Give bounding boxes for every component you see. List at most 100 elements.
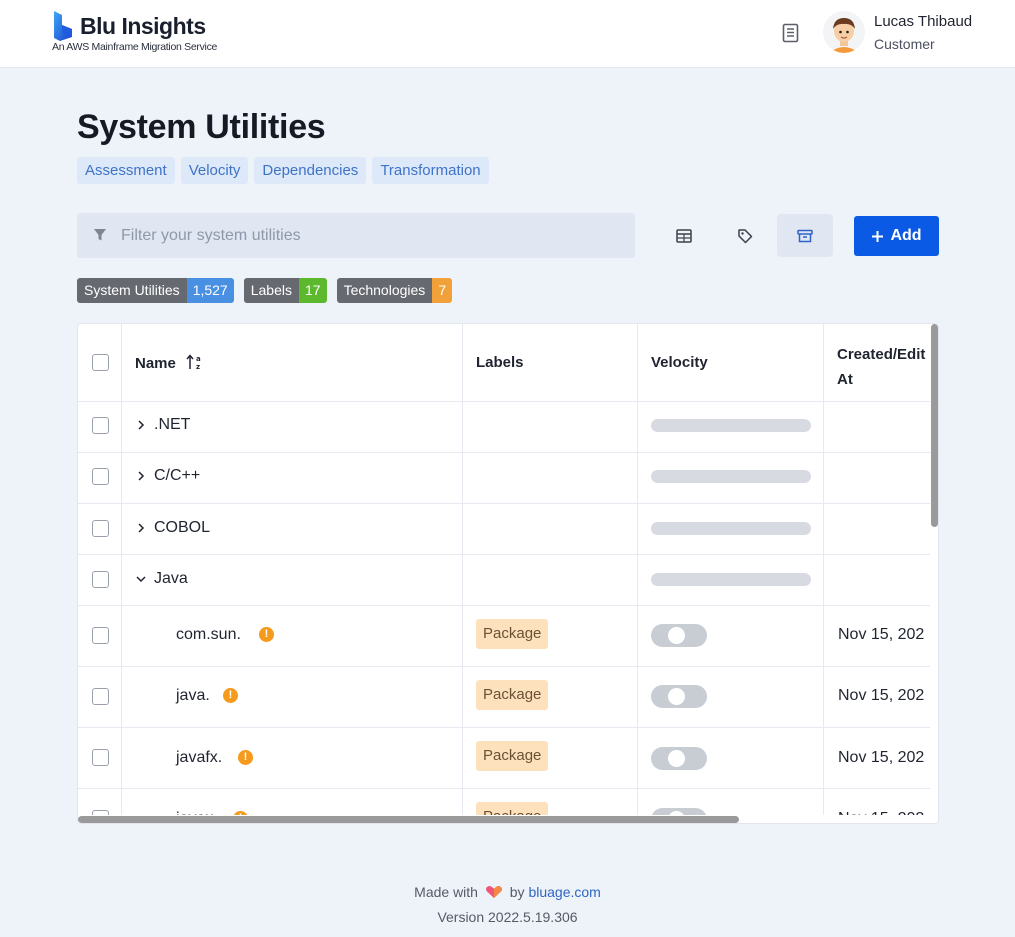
heart-icon: [485, 886, 502, 898]
item-name[interactable]: com.sun.: [176, 626, 241, 644]
label-badge[interactable]: Package: [476, 741, 549, 771]
archive-button[interactable]: [777, 214, 833, 257]
utilities-table: Name a z Labels Velocity Created/Edit At…: [77, 323, 939, 824]
row-divider: [78, 452, 930, 453]
column-header-velocity[interactable]: Velocity: [651, 354, 708, 371]
counter-label: System Utilities: [77, 278, 187, 303]
item-name[interactable]: java.: [176, 687, 210, 705]
horizontal-scroll-thumb[interactable]: [78, 816, 739, 823]
item-name[interactable]: javafx.: [176, 749, 222, 767]
counter-technologies: Technologies 7: [336, 278, 453, 303]
row-divider: [78, 401, 930, 402]
user-name[interactable]: Lucas Thibaud: [874, 13, 972, 30]
chevron-right-icon[interactable]: [136, 523, 146, 533]
logo-subtitle: An AWS Mainframe Migration Service: [52, 41, 218, 53]
row-divider: [78, 554, 930, 555]
avatar-illustration: [829, 18, 859, 53]
velocity-toggle[interactable]: [651, 747, 707, 770]
footer-by: by: [509, 884, 525, 900]
bluage-link[interactable]: bluage.com: [528, 884, 600, 900]
counter-value: 7: [432, 278, 453, 303]
warning-icon: !: [238, 750, 253, 765]
warning-icon: !: [259, 627, 274, 642]
footer-version: Version 2022.5.19.306: [437, 909, 578, 925]
warning-icon: !: [223, 688, 238, 703]
column-divider: [462, 324, 463, 823]
counter-value: 1,527: [186, 278, 234, 303]
row-checkbox[interactable]: [92, 520, 109, 537]
counter-label: Technologies: [336, 278, 433, 303]
row-divider: [78, 666, 930, 667]
blu-insights-logo[interactable]: Blu Insights An AWS Mainframe Migration …: [52, 11, 222, 55]
group-name[interactable]: C/C++: [154, 467, 200, 485]
page-title: System Utilities: [77, 108, 326, 146]
column-divider: [121, 324, 122, 823]
filter-icon: [94, 229, 106, 241]
velocity-toggle[interactable]: [651, 685, 707, 708]
svg-text:z: z: [196, 363, 200, 370]
add-button[interactable]: Add: [854, 216, 939, 256]
label-badge[interactable]: Package: [476, 619, 549, 649]
counters: System Utilities 1,527 Labels 17 Technol…: [77, 278, 453, 303]
row-checkbox[interactable]: [92, 749, 109, 766]
tab-dependencies[interactable]: Dependencies: [254, 157, 367, 184]
created-date: Nov 15, 202: [838, 626, 925, 643]
column-header-name[interactable]: Name a z: [135, 354, 204, 372]
chevron-down-icon[interactable]: [136, 574, 146, 584]
footer-made-with: Made with: [414, 884, 478, 900]
row-checkbox[interactable]: [92, 468, 109, 485]
column-header-created[interactable]: Created/Edit At: [837, 342, 931, 392]
counter-labels: Labels 17: [243, 278, 327, 303]
blu-logo-icon: [54, 11, 72, 41]
labels-button[interactable]: [717, 214, 773, 257]
filter-box: [77, 213, 635, 258]
chevron-right-icon[interactable]: [136, 420, 146, 430]
created-date: Nov 15, 202: [838, 749, 925, 766]
tab-velocity[interactable]: Velocity: [180, 157, 249, 184]
add-label: Add: [890, 227, 922, 244]
velocity-toggle[interactable]: [651, 624, 707, 647]
footer-credits: Made with by bluage.com: [0, 884, 1015, 900]
table-view-button[interactable]: [656, 214, 712, 257]
row-checkbox[interactable]: [92, 417, 109, 434]
svg-text:a: a: [196, 355, 201, 363]
vertical-scrollbar[interactable]: [930, 324, 938, 823]
column-header-labels[interactable]: Labels: [476, 354, 524, 371]
counter-value: 17: [299, 278, 327, 303]
label-badge[interactable]: Package: [476, 680, 549, 710]
plus-icon: [872, 230, 884, 242]
velocity-loading-skeleton: [651, 419, 811, 432]
group-name[interactable]: COBOL: [154, 519, 210, 537]
tag-icon: [738, 228, 753, 243]
group-name[interactable]: .NET: [154, 416, 190, 434]
top-bar: Blu Insights An AWS Mainframe Migration …: [0, 0, 1015, 68]
chevron-right-icon[interactable]: [136, 471, 146, 481]
tab-transformation[interactable]: Transformation: [372, 157, 489, 184]
vertical-scroll-thumb[interactable]: [931, 324, 938, 527]
archive-icon: [797, 229, 813, 242]
group-name[interactable]: Java: [154, 570, 188, 588]
counter-label: Labels: [243, 278, 299, 303]
velocity-loading-skeleton: [651, 522, 811, 535]
horizontal-scrollbar[interactable]: [78, 815, 930, 823]
row-checkbox[interactable]: [92, 688, 109, 705]
velocity-loading-skeleton: [651, 573, 811, 586]
select-all-checkbox[interactable]: [92, 354, 109, 371]
logo-title: Blu Insights: [80, 13, 206, 39]
filter-input[interactable]: [121, 213, 621, 258]
counter-system-utilities: System Utilities 1,527: [77, 278, 234, 303]
sort-ascending-icon[interactable]: a z: [186, 354, 204, 371]
column-header-name-label: Name: [135, 355, 176, 372]
row-divider: [78, 503, 930, 504]
velocity-loading-skeleton: [651, 470, 811, 483]
tab-assessment[interactable]: Assessment: [77, 157, 175, 184]
row-checkbox[interactable]: [92, 571, 109, 588]
row-divider: [78, 788, 930, 789]
row-divider: [78, 727, 930, 728]
section-tabs: Assessment Velocity Dependencies Transfo…: [77, 157, 489, 184]
created-date: Nov 15, 202: [838, 687, 925, 704]
column-divider: [823, 324, 824, 823]
row-checkbox[interactable]: [92, 627, 109, 644]
documentation-icon[interactable]: [780, 22, 802, 44]
user-avatar[interactable]: [823, 11, 865, 53]
